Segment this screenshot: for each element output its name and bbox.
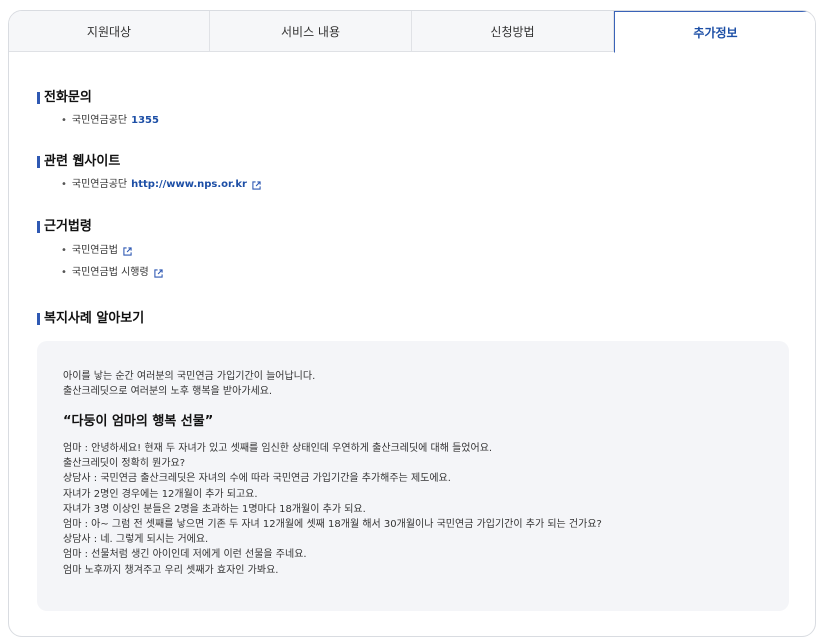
dialog-line: 엄마 : 선물처럼 생긴 아이인데 저에게 이런 선물을 주네요. <box>63 549 307 561</box>
bullet: • <box>61 179 67 190</box>
dialog-line: 엄마 : 안녕하세요! 현재 두 자녀가 있고 셋째를 임신한 상태인데 우연하… <box>63 443 493 454</box>
dialog-line: 상담사 : 네. 그렇게 되시는 거에요. <box>63 534 209 546</box>
case-box: 아이를 낳는 순간 여러분의 국민연금 가입기간이 늘어납니다. 출산크레딧으로… <box>37 341 789 611</box>
case-headline: “다둥이 엄마의 행복 선물” <box>63 414 214 429</box>
section-title-phone: 전화문의 <box>37 90 92 106</box>
section-title-case: 복지사례 알아보기 <box>37 311 144 327</box>
website-link[interactable]: http://www.nps.or.kr <box>131 178 247 192</box>
phone-org-label: 국민연금공단 <box>71 115 128 126</box>
section-title-laws: 근거법령 <box>37 219 92 235</box>
dialog-line: 자녀가 3명 이상인 분들은 2명을 초과하는 1명마다 18개월이 추가 되요… <box>63 503 366 515</box>
tab-additional-info[interactable]: 추가정보 <box>614 11 815 53</box>
section-title-websites: 관련 웹사이트 <box>37 154 120 170</box>
content-card: 지원대상 서비스 내용 신청방법 추가정보 전화문의 • 국민연금공단 1355… <box>8 10 816 637</box>
law-item[interactable]: • 국민연금법 시행령 <box>61 266 163 280</box>
tab-eligibility[interactable]: 지원대상 <box>9 11 210 52</box>
phone-item: • 국민연금공단 1355 <box>61 114 159 128</box>
website-org-label: 국민연금공단 <box>71 179 128 190</box>
law-item[interactable]: • 국민연금법 <box>61 244 132 258</box>
law-label[interactable]: 국민연금법 <box>72 244 118 258</box>
case-intro-line: 아이를 낳는 순간 여러분의 국민연금 가입기간이 늘어납니다. <box>63 371 316 382</box>
bullet: • <box>61 245 67 256</box>
bullet: • <box>61 115 67 126</box>
dialog-line: 엄마 : 아~ 그럼 전 셋째를 낳으면 기존 두 자녀 12개월에 셋째 18… <box>63 519 602 531</box>
dialog-line: 상담사 : 국민연금 출산크레딧은 자녀의 수에 따라 국민연금 가입기간을 추… <box>63 473 451 485</box>
tab-bar: 지원대상 서비스 내용 신청방법 추가정보 <box>9 11 815 53</box>
case-intro-line: 출산크레딧으로 여러분의 노후 행복을 받아가세요. <box>63 386 273 397</box>
external-link-icon[interactable] <box>154 268 163 278</box>
case-dialog: 엄마 : 안녕하세요! 현재 두 자녀가 있고 셋째를 임신한 상태인데 우연하… <box>63 441 602 578</box>
dialog-line: 자녀가 2명인 경우에는 12개월이 추가 되고요. <box>63 488 258 500</box>
external-link-icon[interactable] <box>123 246 132 256</box>
external-link-icon[interactable] <box>252 180 261 190</box>
law-label[interactable]: 국민연금법 시행령 <box>72 266 149 280</box>
case-intro: 아이를 낳는 순간 여러분의 국민연금 가입기간이 늘어납니다. 출산크레딧으로… <box>63 369 315 399</box>
tab-how-to-apply[interactable]: 신청방법 <box>412 11 614 52</box>
dialog-line: 출산크레딧이 정확히 뭔가요? <box>63 458 186 470</box>
tab-service-details[interactable]: 서비스 내용 <box>210 11 412 52</box>
bullet: • <box>61 267 67 278</box>
phone-number[interactable]: 1355 <box>131 114 159 128</box>
dialog-line: 엄마 노후까지 챙겨주고 우리 셋째가 효자인 가봐요. <box>63 564 279 576</box>
website-item: • 국민연금공단 http://www.nps.or.kr <box>61 178 261 192</box>
